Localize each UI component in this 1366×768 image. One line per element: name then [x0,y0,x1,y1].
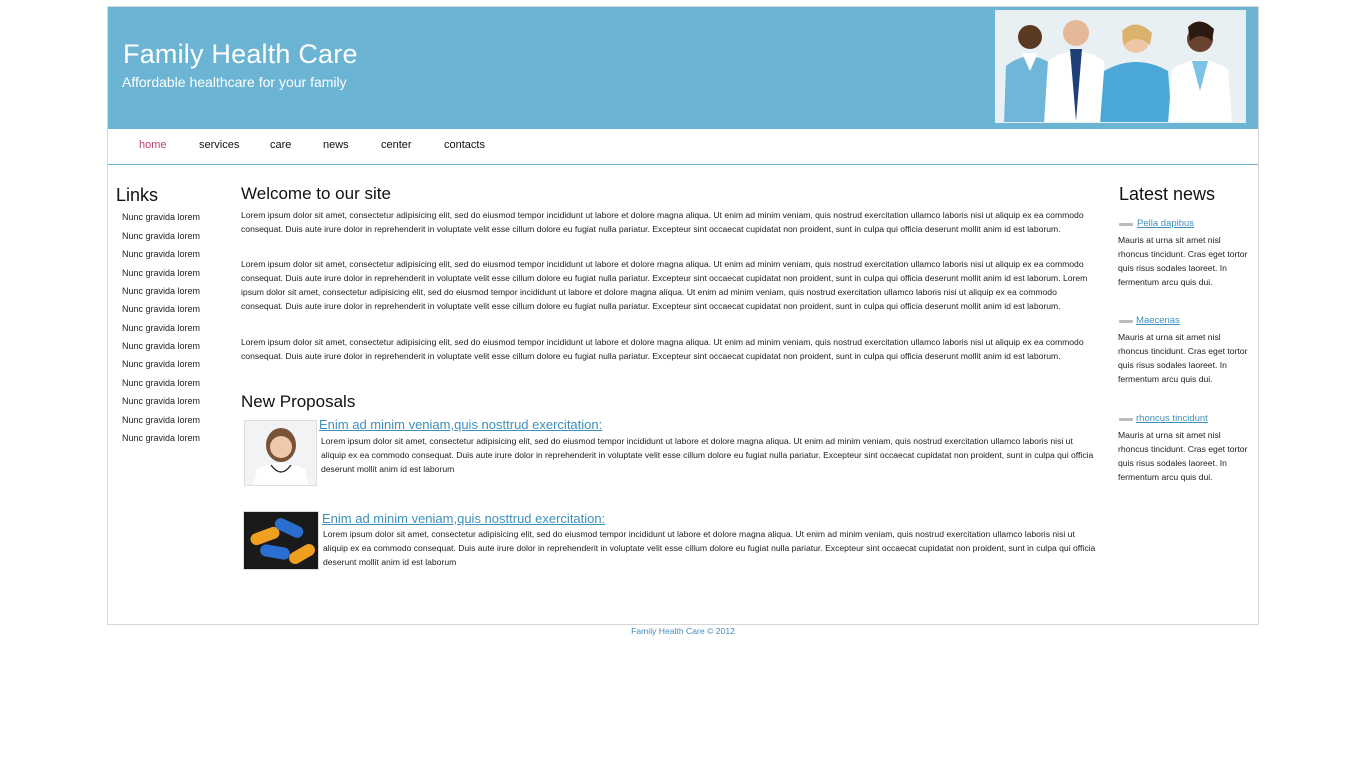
welcome-paragraph: Lorem ipsum dolor sit amet, consectetur … [241,210,1084,234]
welcome-paragraph: Lorem ipsum dolor sit amet, consectetur … [241,259,1088,311]
sidebar-link[interactable]: Nunc gravida lorem [122,268,200,278]
sidebar-link[interactable]: Nunc gravida lorem [122,396,200,406]
nav-news[interactable]: news [323,139,349,151]
sidebar-link[interactable]: Nunc gravida lorem [122,286,200,296]
proposal-link[interactable]: Enim ad minim veniam,quis nosttrud exerc… [319,417,602,432]
sidebar-link[interactable]: Nunc gravida lorem [122,378,200,388]
news-link[interactable]: Maecenas [1136,315,1180,326]
welcome-paragraph: Lorem ipsum dolor sit amet, consectetur … [241,337,1084,361]
news-text: Mauris at urna sit amet nisl rhoncus tin… [1118,332,1248,384]
proposal-doctor-image [244,420,317,486]
pills-photo [244,512,318,569]
doctor-photo [245,421,316,485]
sidebar-link[interactable]: Nunc gravida lorem [122,341,200,351]
nav-contacts[interactable]: contacts [444,139,485,151]
site-title: Family Health Care [123,39,358,69]
proposal-text: Lorem ipsum dolor sit amet, consectetur … [321,436,1094,474]
sidebar-link[interactable]: Nunc gravida lorem [122,415,200,425]
news-link[interactable]: Pella dapibus [1137,218,1194,229]
nav-services[interactable]: services [199,139,239,151]
sidebar-link[interactable]: Nunc gravida lorem [122,231,200,241]
news-text: Mauris at urna sit amet nisl rhoncus tin… [1118,430,1248,482]
sidebar-link[interactable]: Nunc gravida lorem [122,323,200,333]
site-tagline: Affordable healthcare for your family [122,74,347,90]
sidebar-link[interactable]: Nunc gravida lorem [122,249,200,259]
proposal-text: Lorem ipsum dolor sit amet, consectetur … [323,529,1096,567]
page-container: Family Health Care Affordable healthcare… [107,6,1259,625]
footer: Family Health Care © 2012 [631,626,735,636]
bullet-icon [1119,320,1133,323]
doctors-illustration [996,11,1245,122]
proposal-link[interactable]: Enim ad minim veniam,quis nosttrud exerc… [322,511,605,526]
proposals-heading: New Proposals [241,392,356,411]
nav-home[interactable]: home [139,139,167,151]
news-link[interactable]: rhoncus tincidunt [1136,413,1208,424]
nav-center[interactable]: center [381,139,412,151]
proposal-pills-image [243,511,319,570]
sidebar-link[interactable]: Nunc gravida lorem [122,433,200,443]
sidebar-link[interactable]: Nunc gravida lorem [122,304,200,314]
sidebar-link[interactable]: Nunc gravida lorem [122,212,200,222]
header-doctors-image [995,10,1246,123]
latest-news-heading: Latest news [1119,184,1216,204]
links-heading: Links [116,185,159,205]
header: Family Health Care Affordable healthcare… [108,7,1258,129]
main-nav: home services care news center contacts [108,129,1258,165]
sidebar-link[interactable]: Nunc gravida lorem [122,359,200,369]
bullet-icon [1119,418,1133,421]
nav-care[interactable]: care [270,139,291,151]
news-text: Mauris at urna sit amet nisl rhoncus tin… [1118,235,1248,287]
bullet-icon [1119,223,1133,226]
welcome-heading: Welcome to our site [241,184,391,203]
